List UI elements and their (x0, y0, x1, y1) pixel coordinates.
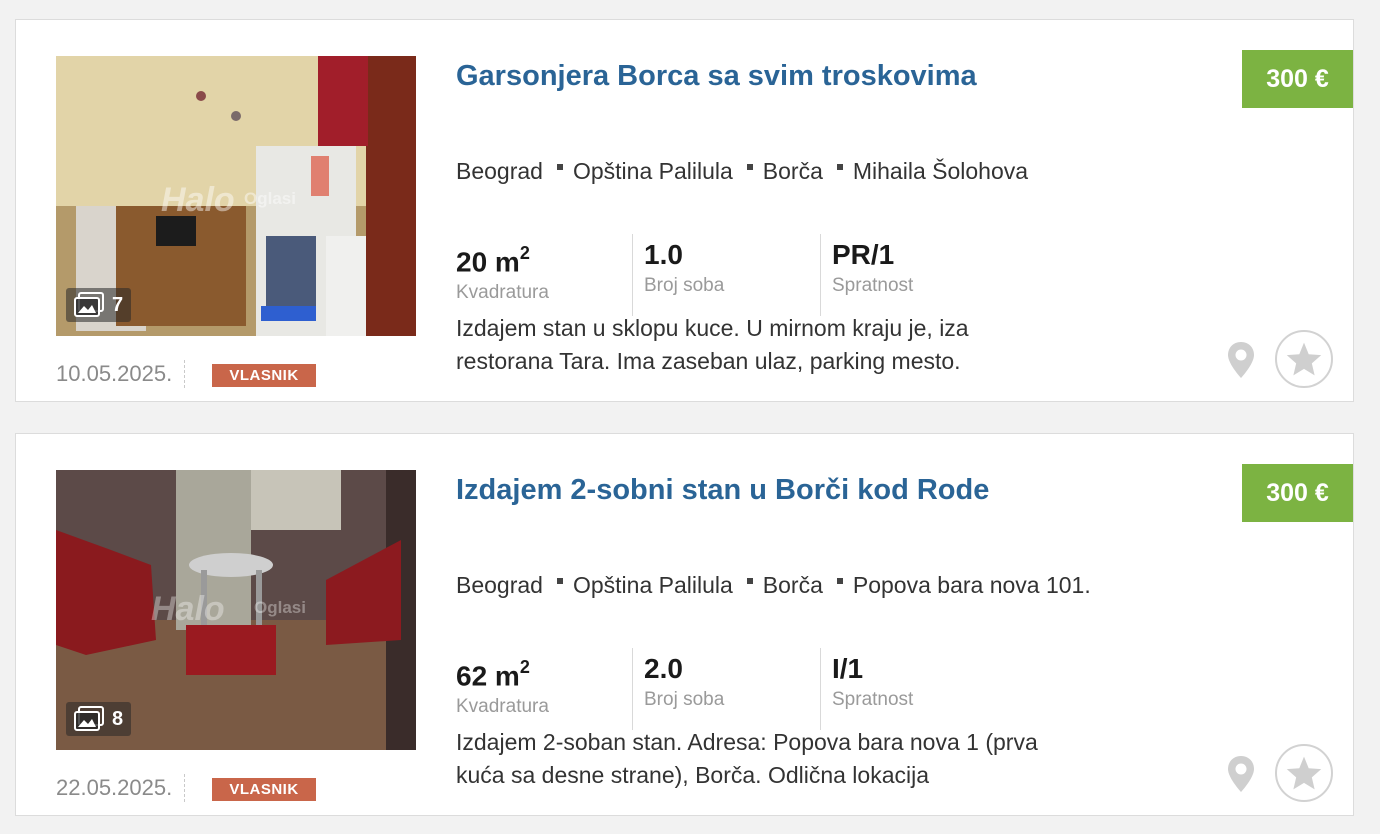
listing-card[interactable]: Halo Oglasi 8 22.05.2025. VLASNIK Izdaje… (15, 433, 1354, 816)
location-separator (836, 163, 843, 170)
feature-label: Kvadratura (456, 282, 549, 304)
feature-label: Broj soba (644, 275, 725, 296)
feature-value: I/1 (832, 653, 864, 684)
star-icon (1286, 756, 1322, 790)
location-city: Beograd (456, 572, 543, 598)
area-value: 62 m (456, 660, 520, 692)
feature-label: Kvadratura (456, 696, 549, 718)
location-neighborhood: Borča (762, 158, 823, 184)
feature-label: Spratnost (832, 275, 914, 296)
feature-rooms: 2.0 Broj soba (632, 648, 820, 730)
feature-value: PR/1 (832, 239, 895, 270)
location-separator (746, 163, 753, 170)
price-badge: 300 € (1242, 50, 1353, 108)
photo-count-value: 7 (112, 293, 124, 316)
favorite-button[interactable] (1275, 330, 1333, 388)
owner-badge: VLASNIK (212, 364, 316, 387)
feature-value: 20 m2 (456, 236, 632, 281)
location-city: Beograd (456, 158, 543, 184)
map-pin-icon[interactable] (1226, 340, 1256, 385)
images-icon (74, 292, 104, 317)
feature-label: Broj soba (644, 689, 725, 710)
listing-date: 10.05.2025. (56, 360, 186, 388)
feature-area: 20 m2 Kvadratura (456, 234, 632, 316)
svg-text:Oglasi: Oglasi (244, 189, 296, 208)
location-separator (746, 577, 753, 584)
feature-rooms: 1.0 Broj soba (632, 234, 820, 316)
feature-value: 2.0 (644, 653, 683, 684)
owner-badge: VLASNIK (212, 778, 316, 801)
location-street: Popova bara nova 101. (852, 572, 1091, 598)
feature-list: 20 m2 Kvadratura 1.0 Broj soba PR/1 Spra… (456, 234, 1000, 316)
map-pin-icon[interactable] (1226, 754, 1256, 799)
location-separator (556, 163, 563, 170)
listing-photo[interactable]: Halo Oglasi 8 (56, 470, 416, 750)
images-icon (74, 706, 104, 731)
svg-text:Halo: Halo (161, 181, 235, 219)
listing-card[interactable]: Halo Oglasi 7 10.05.2025. VLASNIK Garson… (15, 19, 1354, 402)
listing-description: Izdajem 2-soban stan. Adresa: Popova bar… (456, 729, 1038, 788)
location-municipality: Opština Palilula (572, 158, 733, 184)
location-street: Mihaila Šolohova (852, 158, 1029, 184)
favorite-button[interactable] (1275, 744, 1333, 802)
listing-title[interactable]: Garsonjera Borca sa svim troskovima (456, 60, 977, 93)
listing-description: Izdajem stan u sklopu kuce. U mirnom kra… (456, 315, 969, 374)
listing-date: 22.05.2025. (56, 774, 186, 802)
feature-floor: I/1 Spratnost (820, 648, 1000, 730)
svg-text:Oglasi: Oglasi (254, 598, 306, 617)
location-municipality: Opština Palilula (572, 572, 733, 598)
feature-value: 1.0 (644, 239, 683, 270)
area-unit-sup: 2 (519, 657, 530, 677)
location-separator (836, 577, 843, 584)
feature-floor: PR/1 Spratnost (820, 234, 1000, 316)
location-separator (556, 577, 563, 584)
location-neighborhood: Borča (762, 572, 823, 598)
feature-value: 62 m2 (456, 650, 632, 695)
feature-list: 62 m2 Kvadratura 2.0 Broj soba I/1 Sprat… (456, 648, 1000, 730)
photo-count: 8 (66, 702, 132, 736)
star-icon (1286, 342, 1322, 376)
listing-title[interactable]: Izdajem 2-sobni stan u Borči kod Rode (456, 474, 989, 507)
photo-count-value: 8 (112, 707, 124, 730)
svg-text:Halo: Halo (151, 590, 225, 628)
feature-area: 62 m2 Kvadratura (456, 648, 632, 730)
photo-count: 7 (66, 288, 132, 322)
location-breadcrumb: Beograd Opština Palilula Borča Popova bara … (456, 567, 1096, 603)
area-unit-sup: 2 (519, 243, 530, 263)
location-breadcrumb: Beograd Opština Palilula Borča Mihaila Šolo… (456, 153, 1096, 189)
feature-label: Spratnost (832, 689, 914, 710)
listing-photo[interactable]: Halo Oglasi 7 (56, 56, 416, 336)
price-badge: 300 € (1242, 464, 1353, 522)
area-value: 20 m (456, 246, 520, 278)
